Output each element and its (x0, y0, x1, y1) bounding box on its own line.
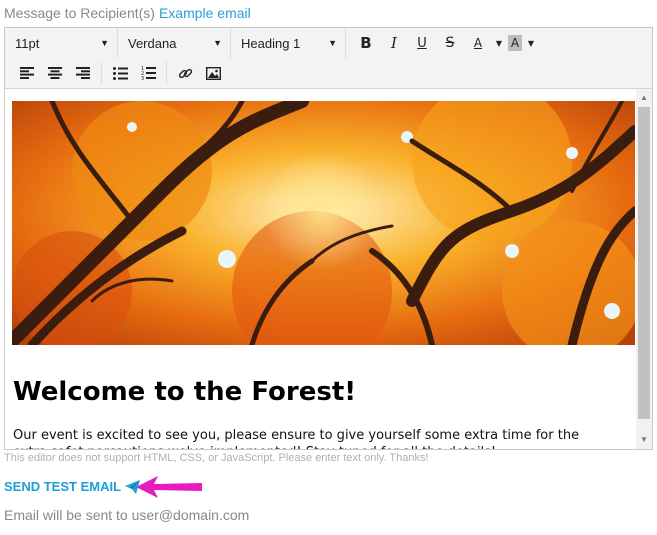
chevron-down-icon[interactable]: ▼ (526, 31, 536, 55)
svg-text:3: 3 (141, 76, 144, 80)
pointer-arrow-icon (136, 476, 202, 498)
align-left-icon[interactable] (15, 61, 39, 85)
editor-content[interactable]: Welcome to the Forest! Our event is exci… (5, 89, 636, 449)
italic-button[interactable]: I (382, 31, 406, 55)
background-color-button[interactable]: A (508, 35, 522, 51)
bold-button[interactable]: B (354, 31, 378, 55)
font-size-value: 11pt (15, 35, 40, 51)
align-right-icon[interactable] (71, 61, 95, 85)
rich-text-editor: 11pt ▼ Verdana ▼ Heading 1 ▼ B I U S A ▼… (4, 27, 653, 450)
scroll-up-icon[interactable]: ▲ (636, 91, 652, 105)
send-test-email-label: SEND TEST EMAIL (4, 479, 122, 494)
bullet-list-icon[interactable] (108, 61, 132, 85)
send-test-email-button[interactable]: SEND TEST EMAIL (4, 479, 141, 494)
toolbar-divider (101, 62, 102, 84)
strikethrough-button[interactable]: S (438, 31, 462, 55)
content-heading: Welcome to the Forest! (13, 377, 357, 407)
toolbar-divider (166, 62, 167, 84)
font-size-select[interactable]: 11pt ▼ (5, 28, 118, 58)
message-label: Message to Recipient(s) Example email (4, 5, 251, 21)
underline-button[interactable]: U (410, 31, 434, 55)
text-color-button[interactable]: A (466, 31, 490, 55)
editor-note: This editor does not support HTML, CSS, … (4, 452, 429, 464)
email-recipient-notice: Email will be sent to user@domain.com (4, 507, 250, 523)
forest-banner-image (12, 101, 635, 345)
numbered-list-icon[interactable]: 123 (136, 61, 160, 85)
align-center-icon[interactable] (43, 61, 67, 85)
block-format-select[interactable]: Heading 1 ▼ (231, 28, 346, 58)
chevron-down-icon: ▼ (328, 38, 337, 48)
chevron-down-icon[interactable]: ▼ (494, 31, 504, 55)
example-email-link[interactable]: Example email (159, 5, 251, 21)
link-icon[interactable] (173, 61, 197, 85)
chevron-down-icon: ▼ (213, 38, 222, 48)
editor-toolbar: 11pt ▼ Verdana ▼ Heading 1 ▼ B I U S A ▼… (5, 28, 652, 89)
chevron-down-icon: ▼ (100, 38, 109, 48)
editor-scrollbar[interactable]: ▲ ▼ (636, 89, 652, 449)
block-format-value: Heading 1 (241, 35, 301, 51)
message-label-text: Message to Recipient(s) (4, 5, 155, 21)
scrollbar-thumb[interactable] (638, 107, 650, 419)
font-family-value: Verdana (128, 35, 177, 51)
image-icon[interactable] (201, 61, 225, 85)
content-paragraph: Our event is excited to see you, please … (13, 428, 580, 449)
font-family-select[interactable]: Verdana ▼ (118, 28, 231, 58)
scroll-down-icon[interactable]: ▼ (636, 433, 652, 447)
